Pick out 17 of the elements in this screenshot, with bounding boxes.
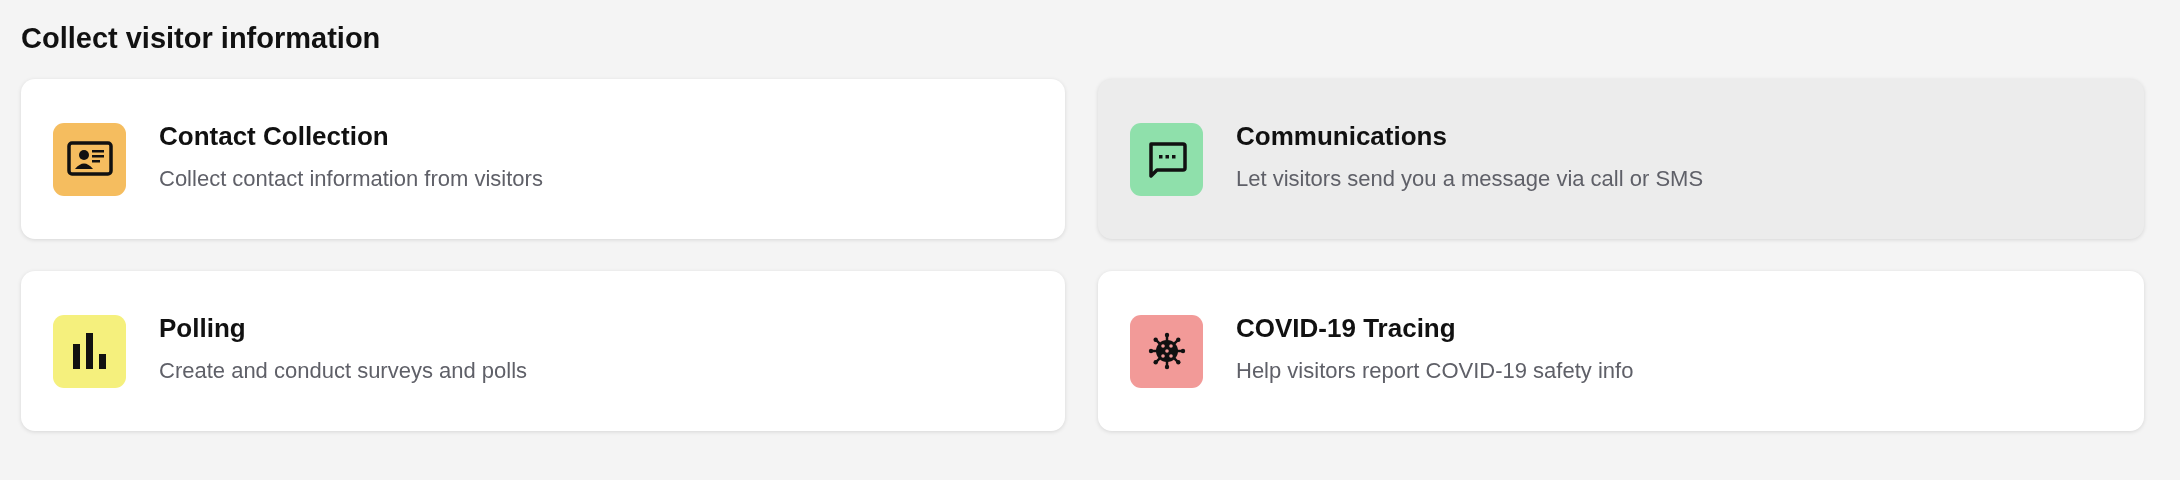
card-description: Collect contact information from visitors [159, 165, 543, 192]
card-title: COVID-19 Tracing [1236, 312, 1457, 344]
feature-card[interactable]: Polling Create and conduct surveys and polls [21, 271, 1065, 431]
card-description: Help visitors report COVID-19 safety info [1236, 357, 1634, 384]
section-title: Collect visitor information [21, 22, 382, 55]
bar-chart-icon [72, 333, 107, 369]
feature-card[interactable]: Contact Collection Collect contact information from visitors [21, 79, 1065, 239]
card-title: Polling [159, 312, 247, 344]
feature-card[interactable]: Communications Let visitors send you a message via call or SMS [1098, 79, 2144, 239]
card-title: Contact Collection [159, 120, 390, 152]
chat-bubble-icon [1146, 140, 1187, 178]
card-title: Communications [1236, 120, 1448, 152]
id-card-icon [66, 141, 113, 177]
card-description: Create and conduct surveys and polls [159, 357, 528, 384]
card-description: Let visitors send you a message via call or SMS [1236, 165, 1704, 192]
feature-card[interactable]: COVID-19 Tracing Help visitors report COVID-19 safety info [1098, 271, 2144, 431]
virus-icon [1147, 332, 1186, 370]
